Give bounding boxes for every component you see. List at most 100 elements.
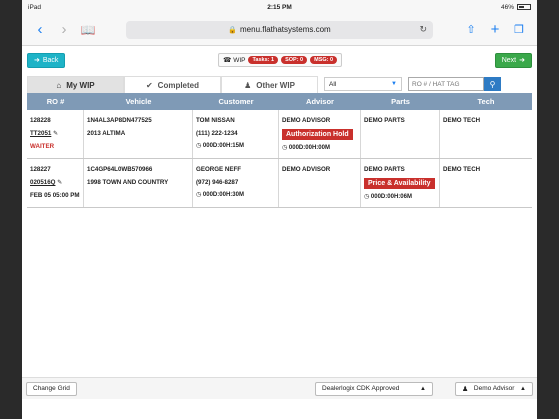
parts-timer: ◷ 000D:00H:06M xyxy=(364,191,436,204)
ro-search: ⚲ xyxy=(408,77,501,91)
advisor-cell: DEMO ADVISOR xyxy=(279,159,361,207)
wip-summary[interactable]: ☎ WIP Tasks: 1 SOP: 0 MSG: 0 xyxy=(218,53,343,67)
hat-tag-text: TT2051 xyxy=(30,130,52,137)
advisor-name: DEMO ADVISOR xyxy=(282,166,331,173)
screen-bottom xyxy=(22,399,537,419)
search-icon: ⚲ xyxy=(489,79,496,89)
battery-indicator: 46% xyxy=(363,3,532,11)
users-icon: ♟ xyxy=(244,80,252,90)
tab-other-wip[interactable]: ♟ Other WIP xyxy=(221,76,318,93)
arrow-left-icon: ➜ xyxy=(34,57,40,64)
customer-timer: ◷ 000D:00H:30M xyxy=(196,189,275,202)
reload-icon[interactable]: ↻ xyxy=(419,24,427,35)
bottom-bar: Change Grid Dealerlogix CDK Approved ▲ ♟… xyxy=(22,377,537,399)
lock-icon: 🔒 xyxy=(228,26,237,34)
header-vehicle[interactable]: Vehicle xyxy=(84,93,193,110)
app-nav: ➜ Back ☎ WIP Tasks: 1 SOP: 0 MSG: 0 Next… xyxy=(22,50,537,70)
tab-completed-label: Completed xyxy=(157,80,200,90)
advisor-status-badge[interactable]: Authorization Hold xyxy=(282,129,353,140)
customer-time: 000D:00H:15M xyxy=(202,143,244,149)
advisor-timer: ◷ 000D:00H:00M xyxy=(282,142,357,155)
tabs-icon[interactable]: ❐ xyxy=(507,23,531,36)
user-icon: ♟ xyxy=(462,385,469,393)
header-parts[interactable]: Parts xyxy=(361,93,440,110)
customer-phone: (111) 222-1234 xyxy=(196,130,238,137)
hat-tag[interactable]: TT2051 ✎ xyxy=(30,127,80,140)
tab-other-wip-label: Other WIP xyxy=(256,80,295,90)
vehicle-desc: 2013 ALTIMA xyxy=(87,130,126,137)
parts-time: 000D:00H:06M xyxy=(370,194,412,200)
vehicle-cell: 1C4GP64L0WB570966 1998 TOWN AND COUNTRY xyxy=(84,159,193,207)
vin: 1N4AL3AP8DN477525 xyxy=(87,117,152,124)
advisor-name: DEMO ADVISOR xyxy=(282,117,331,124)
change-grid-button[interactable]: Change Grid xyxy=(26,381,77,396)
parts-status-badge[interactable]: Price & Availability xyxy=(364,178,435,189)
new-tab-icon[interactable]: + xyxy=(483,21,507,38)
filter-select[interactable]: All ▼ xyxy=(324,77,402,91)
ro-cell: 128227 020516Q ✎ FEB 05 05:00 PM xyxy=(27,159,84,207)
check-circle-icon: ✔ xyxy=(145,80,153,90)
forward-arrow-icon[interactable]: › xyxy=(52,21,76,38)
tech-name: DEMO TECH xyxy=(443,166,481,173)
customer-name: GEORGE NEFF xyxy=(196,166,242,173)
tech-name: DEMO TECH xyxy=(443,117,481,124)
url-bar[interactable]: 🔒 menu.flathatsystems.com ↻ xyxy=(126,20,433,39)
back-arrow-icon[interactable]: ‹ xyxy=(28,21,52,38)
wip-label: WIP xyxy=(233,56,246,64)
browser-toolbar: ‹ › 📖 🔒 menu.flathatsystems.com ↻ ⇧ + ❐ xyxy=(22,14,537,46)
header-ro[interactable]: RO # xyxy=(27,93,84,110)
customer-timer: ◷ 000D:00H:15M xyxy=(196,140,275,153)
customer-phone: (972) 946-8287 xyxy=(196,179,239,186)
filter-value: All xyxy=(329,80,337,88)
clock-time: 2:15 PM xyxy=(267,3,292,11)
back-button[interactable]: ➜ Back xyxy=(27,52,66,68)
clock-icon: ◷ xyxy=(196,192,202,198)
bookmarks-icon[interactable]: 📖 xyxy=(76,23,100,37)
ro-number: 128228 xyxy=(30,117,51,124)
caret-up-icon: ▲ xyxy=(520,385,526,392)
ro-search-input[interactable] xyxy=(408,77,484,91)
caret-up-icon: ▲ xyxy=(420,385,426,392)
table-row[interactable]: 128227 020516Q ✎ FEB 05 05:00 PM 1C4GP64… xyxy=(27,159,532,208)
header-customer[interactable]: Customer xyxy=(193,93,279,110)
tech-cell: DEMO TECH xyxy=(440,110,532,158)
clock-icon: ◷ xyxy=(282,145,288,151)
table-row[interactable]: 128228 TT2051 ✎ WAITER 1N4AL3AP8DN477525… xyxy=(27,110,532,159)
parts-cell: DEMO PARTS Price & Availability ◷ 000D:0… xyxy=(361,159,440,207)
device-name: iPad xyxy=(28,3,42,11)
ro-note: WAITER xyxy=(30,143,55,150)
hat-tag[interactable]: 020516Q ✎ xyxy=(30,176,80,189)
customer-cell: GEORGE NEFF (972) 946-8287 ◷ 000D:00H:30… xyxy=(193,159,279,207)
user-dropup[interactable]: ♟ Demo Advisor ▲ xyxy=(455,381,533,396)
status-bar: iPad 2:15 PM 46% xyxy=(22,0,537,14)
tab-completed[interactable]: ✔ Completed xyxy=(124,76,221,93)
screen: iPad 2:15 PM 46% ‹ › 📖 🔒 menu.flathatsys… xyxy=(22,0,537,419)
share-icon[interactable]: ⇧ xyxy=(459,23,483,36)
wip-grid: RO # Vehicle Customer Advisor Parts Tech… xyxy=(27,93,532,208)
vehicle-desc: 1998 TOWN AND COUNTRY xyxy=(87,179,169,186)
tab-my-wip-label: My WIP xyxy=(66,80,95,90)
grid-header: RO # Vehicle Customer Advisor Parts Tech xyxy=(27,93,532,110)
dealer-dropup[interactable]: Dealerlogix CDK Approved ▲ xyxy=(315,381,433,396)
next-label: Next xyxy=(501,56,517,64)
pencil-icon[interactable]: ✎ xyxy=(53,131,58,137)
arrow-right-icon: ➜ xyxy=(519,57,525,64)
customer-time: 000D:00H:30M xyxy=(202,192,244,198)
msg-badge: MSG: 0 xyxy=(310,56,338,64)
wip-tabs: ⌂ My WIP ✔ Completed ♟ Other WIP All ▼ ⚲ xyxy=(27,76,532,93)
pencil-icon[interactable]: ✎ xyxy=(57,180,62,186)
customer-name: TOM NISSAN xyxy=(196,117,235,124)
parts-name: DEMO PARTS xyxy=(364,166,405,173)
advisor-time: 000D:00H:00M xyxy=(288,145,330,151)
tab-my-wip[interactable]: ⌂ My WIP xyxy=(27,76,124,93)
header-advisor[interactable]: Advisor xyxy=(279,93,361,110)
header-tech[interactable]: Tech xyxy=(440,93,532,110)
clock-icon: ◷ xyxy=(364,194,370,200)
sop-badge: SOP: 0 xyxy=(281,56,308,64)
vin: 1C4GP64L0WB570966 xyxy=(87,166,153,173)
next-button[interactable]: Next ➜ xyxy=(494,52,532,68)
search-button[interactable]: ⚲ xyxy=(484,77,501,91)
battery-icon xyxy=(517,3,532,10)
tasks-badge: Tasks: 1 xyxy=(248,56,279,64)
parts-name: DEMO PARTS xyxy=(364,117,405,124)
